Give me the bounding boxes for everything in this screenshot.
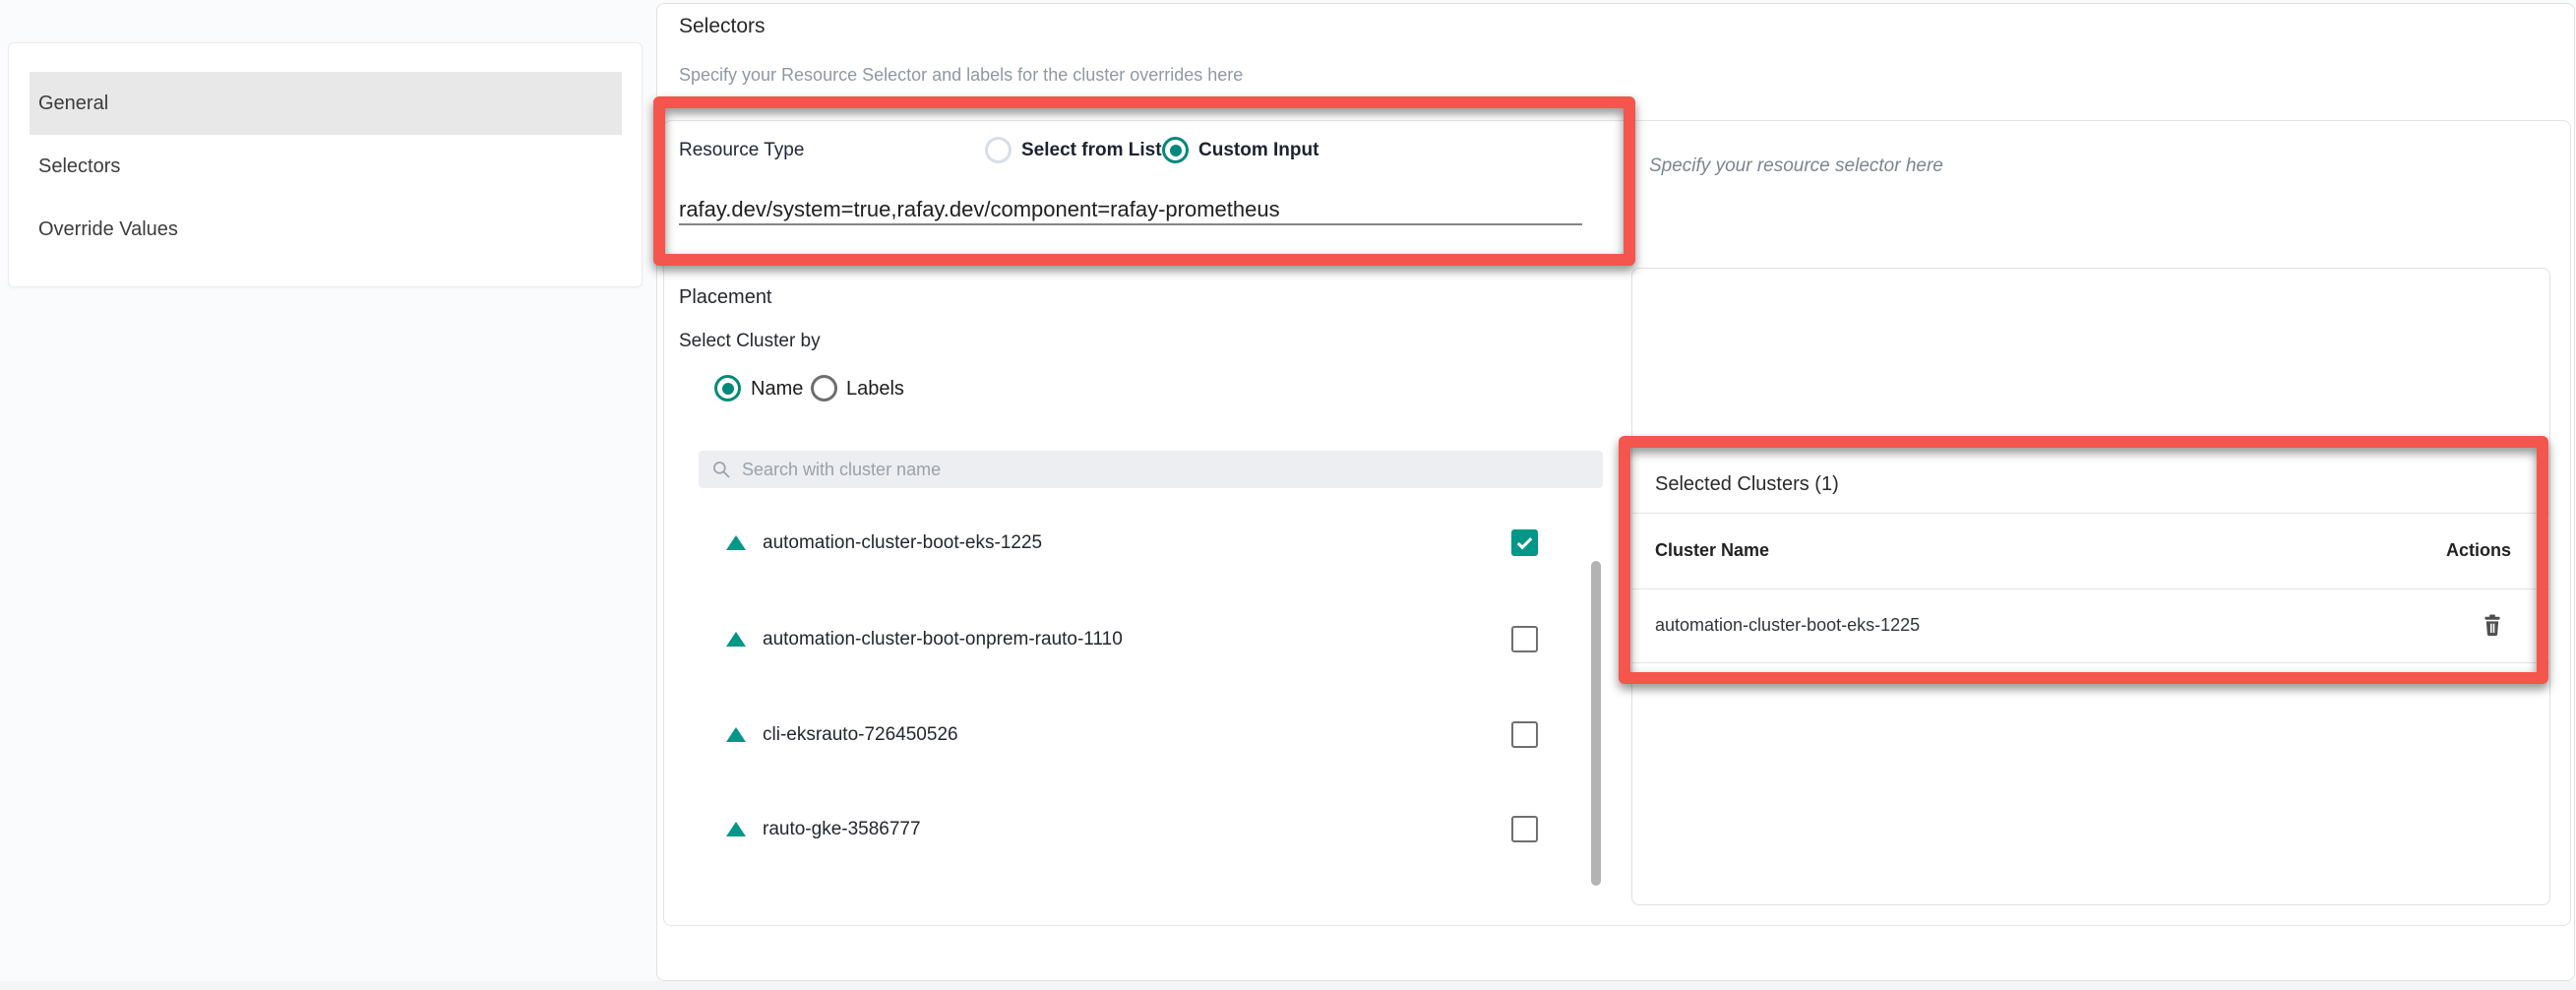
cluster-list-scrollbar[interactable] xyxy=(1591,561,1601,886)
sidebar-item-label: Selectors xyxy=(38,155,120,178)
selected-clusters-title: Selected Clusters (1) xyxy=(1655,473,1839,496)
divider xyxy=(1632,662,2549,663)
cluster-checkbox[interactable] xyxy=(1511,721,1538,748)
select-from-list-radio-label[interactable]: Select from List xyxy=(1021,140,1162,161)
divider xyxy=(1632,588,2549,589)
sidebar-item-override-values[interactable]: Override Values xyxy=(30,198,622,261)
column-header-actions: Actions xyxy=(2446,540,2511,561)
cluster-checkbox[interactable] xyxy=(1511,626,1538,652)
sidebar-item-label: Override Values xyxy=(38,218,178,241)
cluster-list-row: rauto-gke-3586777 xyxy=(726,810,1538,849)
cluster-name: automation-cluster-boot-eks-1225 xyxy=(763,532,1042,554)
cluster-checkbox-checked[interactable] xyxy=(1511,529,1538,556)
select-by-labels-radio-label[interactable]: Labels xyxy=(846,378,904,401)
selected-cluster-row-name: automation-cluster-boot-eks-1225 xyxy=(1655,615,1920,636)
sidebar-item-general[interactable]: General xyxy=(30,72,622,135)
cluster-search-bar xyxy=(699,451,1603,488)
select-from-list-radio[interactable] xyxy=(985,137,1012,163)
checkbox-check-icon xyxy=(1513,531,1536,554)
resource-type-label: Resource Type xyxy=(679,140,804,161)
select-by-name-radio[interactable] xyxy=(714,375,741,402)
trash-icon[interactable] xyxy=(2480,611,2505,639)
cluster-triangle-icon xyxy=(726,632,746,647)
cluster-triangle-icon xyxy=(726,535,746,550)
cluster-triangle-icon xyxy=(726,727,746,742)
select-by-labels-radio[interactable] xyxy=(811,375,837,402)
resource-selector-input-underline xyxy=(679,223,1582,225)
column-header-cluster-name: Cluster Name xyxy=(1655,540,1769,561)
custom-input-radio-label[interactable]: Custom Input xyxy=(1198,140,1319,161)
divider xyxy=(1632,513,2549,514)
cluster-triangle-icon xyxy=(726,822,746,836)
cluster-name: rauto-gke-3586777 xyxy=(763,819,921,840)
cluster-list-row: automation-cluster-boot-eks-1225 xyxy=(726,524,1538,563)
custom-input-radio[interactable] xyxy=(1162,137,1189,163)
selected-clusters-card: Selected Clusters (1) Cluster Name Actio… xyxy=(1631,268,2550,905)
placement-title: Placement xyxy=(679,286,772,309)
select-by-name-radio-label[interactable]: Name xyxy=(751,378,803,401)
settings-nav-sidebar: General Selectors Override Values xyxy=(8,42,643,287)
page-title: Selectors xyxy=(679,15,766,38)
resource-selector-input[interactable] xyxy=(679,193,1582,226)
search-icon xyxy=(711,460,731,479)
cluster-override-selectors-page: General Selectors Override Values Select… xyxy=(0,0,2576,990)
select-cluster-by-label: Select Cluster by xyxy=(679,331,821,352)
cluster-search-input[interactable] xyxy=(740,459,1551,481)
resource-selector-helper-text: Specify your resource selector here xyxy=(1649,155,1943,177)
cluster-list-row: cli-eksrauto-726450526 xyxy=(726,715,1538,755)
cluster-checkbox[interactable] xyxy=(1511,816,1538,842)
page-bottom-strip xyxy=(0,981,2576,990)
sidebar-item-label: General xyxy=(38,93,108,115)
page-subtitle: Specify your Resource Selector and label… xyxy=(679,65,1243,86)
cluster-name: automation-cluster-boot-onprem-rauto-111… xyxy=(763,629,1123,650)
cluster-list-row: automation-cluster-boot-onprem-rauto-111… xyxy=(726,620,1538,659)
cluster-name: cli-eksrauto-726450526 xyxy=(763,724,958,746)
sidebar-item-selectors[interactable]: Selectors xyxy=(30,135,622,198)
